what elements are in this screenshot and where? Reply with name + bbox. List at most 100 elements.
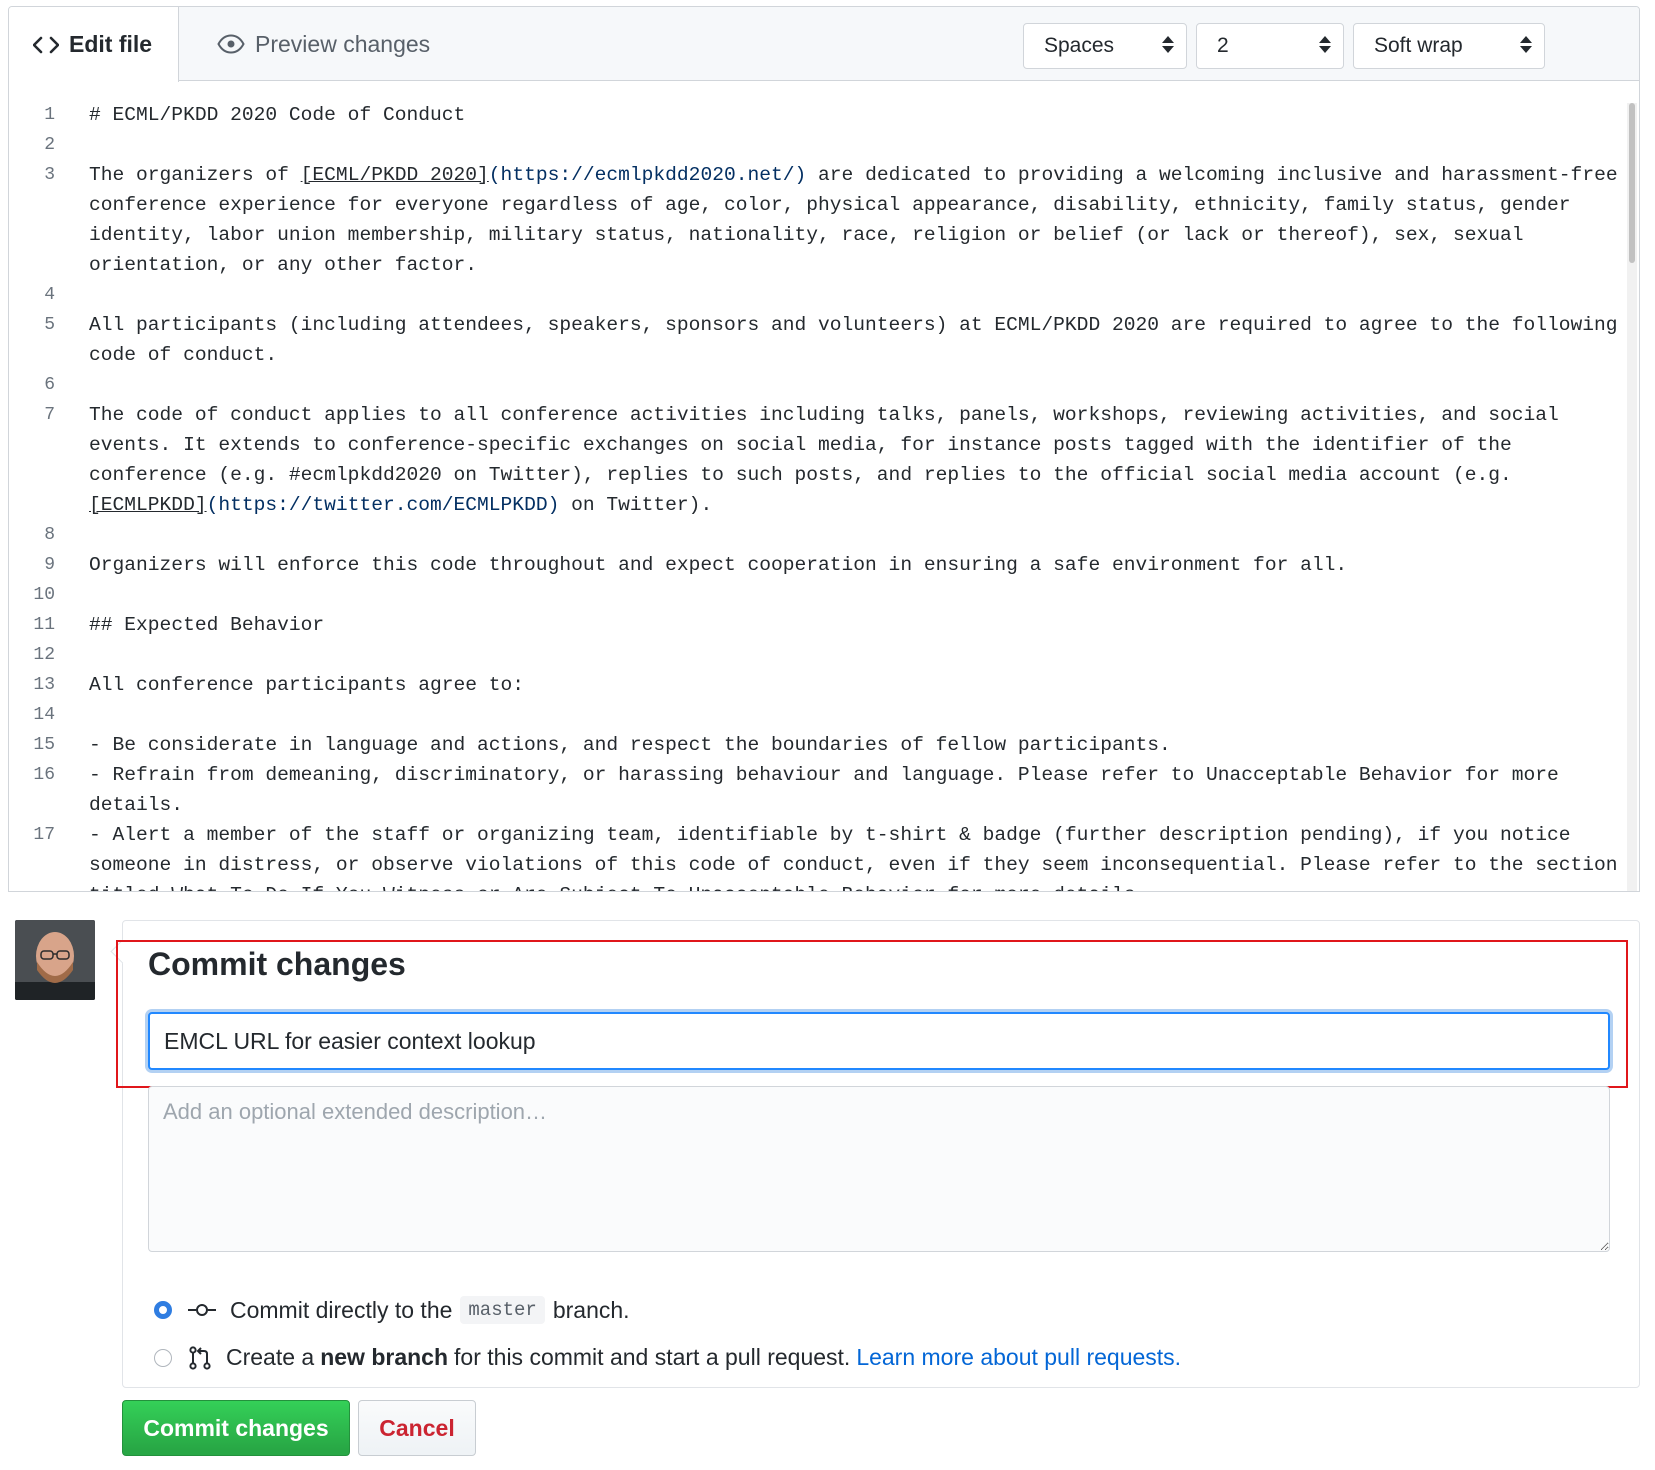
line-number: 12 <box>33 645 55 665</box>
code-line: 12 <box>9 640 1629 670</box>
code-line: 14 <box>9 700 1629 730</box>
code-line-text: Organizers will enforce this code throug… <box>89 554 1348 576</box>
tab-edit-file[interactable]: Edit file <box>9 7 179 82</box>
code-text-segment: The organizers of <box>89 164 301 186</box>
select-caret-icon <box>1520 36 1532 53</box>
new-branch-emphasis: new branch <box>320 1344 449 1370</box>
commit-summary-input[interactable] <box>148 1012 1610 1070</box>
code-line: 13 All conference participants agree to: <box>9 670 1629 700</box>
line-number: 9 <box>44 555 55 575</box>
new-branch-radio[interactable] <box>154 1348 172 1367</box>
code-text-segment: Expected Behavior <box>124 614 325 636</box>
code-line: 5 All participants (including attendees,… <box>9 310 1629 370</box>
markdown-link-url: (https://twitter.com/ECMLPKDD) <box>206 494 560 516</box>
line-number: 11 <box>33 615 55 635</box>
new-branch-option[interactable]: Create a new branch for this commit and … <box>154 1344 1181 1371</box>
wrap-mode-select[interactable]: Soft wrap <box>1353 23 1545 69</box>
line-number: 8 <box>44 525 55 545</box>
line-number: 17 <box>33 825 55 845</box>
code-line: 1 # ECML/PKDD 2020 Code of Conduct <box>9 100 1629 130</box>
code-line-text: - Be considerate in language and actions… <box>89 734 1171 756</box>
code-text-segment: on Twitter). <box>559 494 713 516</box>
git-pull-request-icon <box>188 1345 212 1370</box>
indent-mode-select[interactable]: Spaces <box>1023 23 1187 69</box>
code-line: 4 <box>9 280 1629 310</box>
code-line-text: - Refrain from demeaning, discriminatory… <box>89 764 1571 816</box>
markdown-link-text: [ECML/PKDD 2020] <box>300 164 489 186</box>
git-commit-icon <box>188 1302 216 1318</box>
editor-scrollbar[interactable] <box>1627 103 1637 891</box>
line-number: 2 <box>44 135 55 155</box>
code-line-text: The code of conduct applies to all confe… <box>79 400 1629 520</box>
line-number: 13 <box>33 675 55 695</box>
branch-name: master <box>460 1296 545 1324</box>
code-text-segment: The code of conduct applies to all confe… <box>89 404 1571 486</box>
code-line: 11 ## Expected Behavior <box>9 610 1629 640</box>
line-number: 5 <box>44 315 55 335</box>
select-caret-icon <box>1162 36 1174 53</box>
select-caret-icon <box>1319 36 1331 53</box>
line-number: 14 <box>33 705 55 725</box>
avatar <box>15 920 95 1000</box>
tab-preview-changes-label: Preview changes <box>255 30 431 57</box>
line-number: 7 <box>44 405 55 425</box>
line-number: 15 <box>33 735 55 755</box>
indent-size-select[interactable]: 2 <box>1196 23 1344 69</box>
file-editor: Edit file Preview changes Spaces 2 Soft … <box>8 6 1640 892</box>
editor-toolbar: Edit file Preview changes Spaces 2 Soft … <box>9 7 1639 82</box>
markdown-link-url: (https://ecmlpkdd2020.net/) <box>488 164 807 186</box>
line-number: 3 <box>44 165 55 185</box>
wrap-mode-value: Soft wrap <box>1374 34 1463 57</box>
code-line-text: - Alert a member of the staff or organiz… <box>89 824 1618 891</box>
line-number: 16 <box>33 765 55 785</box>
code-line-text: ## Expected Behavior <box>79 610 1629 640</box>
code-line-text: All conference participants agree to: <box>89 674 525 696</box>
commit-description-textarea[interactable] <box>148 1086 1610 1252</box>
code-line: 8 <box>9 520 1629 550</box>
scrollbar-thumb[interactable] <box>1629 103 1635 263</box>
line-number: 6 <box>44 375 55 395</box>
line-number: 1 <box>44 105 55 125</box>
line-number: 10 <box>33 585 55 605</box>
code-line: 3 The organizers of [ECML/PKDD 2020](htt… <box>9 160 1629 280</box>
code-line-text: All participants (including attendees, s… <box>89 314 1629 366</box>
code-text-segment: ## <box>89 614 125 636</box>
eye-icon <box>217 34 245 54</box>
learn-more-pull-requests-link[interactable]: Learn more about pull requests. <box>856 1344 1181 1371</box>
code-line: 6 <box>9 370 1629 400</box>
tab-preview-changes[interactable]: Preview changes <box>193 7 454 81</box>
code-line: 16 - Refrain from demeaning, discriminat… <box>9 760 1629 820</box>
code-line: 15 - Be considerate in language and acti… <box>9 730 1629 760</box>
code-line-text: The organizers of [ECML/PKDD 2020](https… <box>79 160 1629 280</box>
indent-size-value: 2 <box>1217 34 1229 57</box>
commit-changes-button[interactable]: Commit changes <box>122 1400 350 1456</box>
new-branch-text-prefix: Create a <box>226 1344 315 1370</box>
commit-direct-option[interactable]: Commit directly to the master branch. <box>154 1296 630 1324</box>
new-branch-text-suffix: for this commit and start a pull request… <box>454 1344 851 1370</box>
commit-direct-radio[interactable] <box>154 1301 172 1319</box>
markdown-link-text: [ECMLPKDD] <box>89 494 207 516</box>
code-line: 9 Organizers will enforce this code thro… <box>9 550 1629 580</box>
user-avatar-icon <box>15 920 95 1000</box>
code-line: 17 - Alert a member of the staff or orga… <box>9 820 1629 891</box>
code-icon <box>33 35 59 55</box>
commit-form-title: Commit changes <box>148 946 406 982</box>
cancel-button[interactable]: Cancel <box>358 1400 476 1456</box>
code-line: 10 <box>9 580 1629 610</box>
commit-direct-text-suffix: branch. <box>552 1296 630 1323</box>
code-line-text: # ECML/PKDD 2020 Code of Conduct <box>89 104 466 126</box>
commit-direct-text: Commit directly to the <box>230 1296 453 1323</box>
line-number: 4 <box>44 285 55 305</box>
indent-mode-value: Spaces <box>1044 34 1115 57</box>
tab-edit-file-label: Edit file <box>69 31 153 57</box>
code-line: 2 <box>9 130 1629 160</box>
code-line: 7 The code of conduct applies to all con… <box>9 400 1629 520</box>
code-editor[interactable]: 1 # ECML/PKDD 2020 Code of Conduct 2 3 T… <box>9 82 1629 891</box>
